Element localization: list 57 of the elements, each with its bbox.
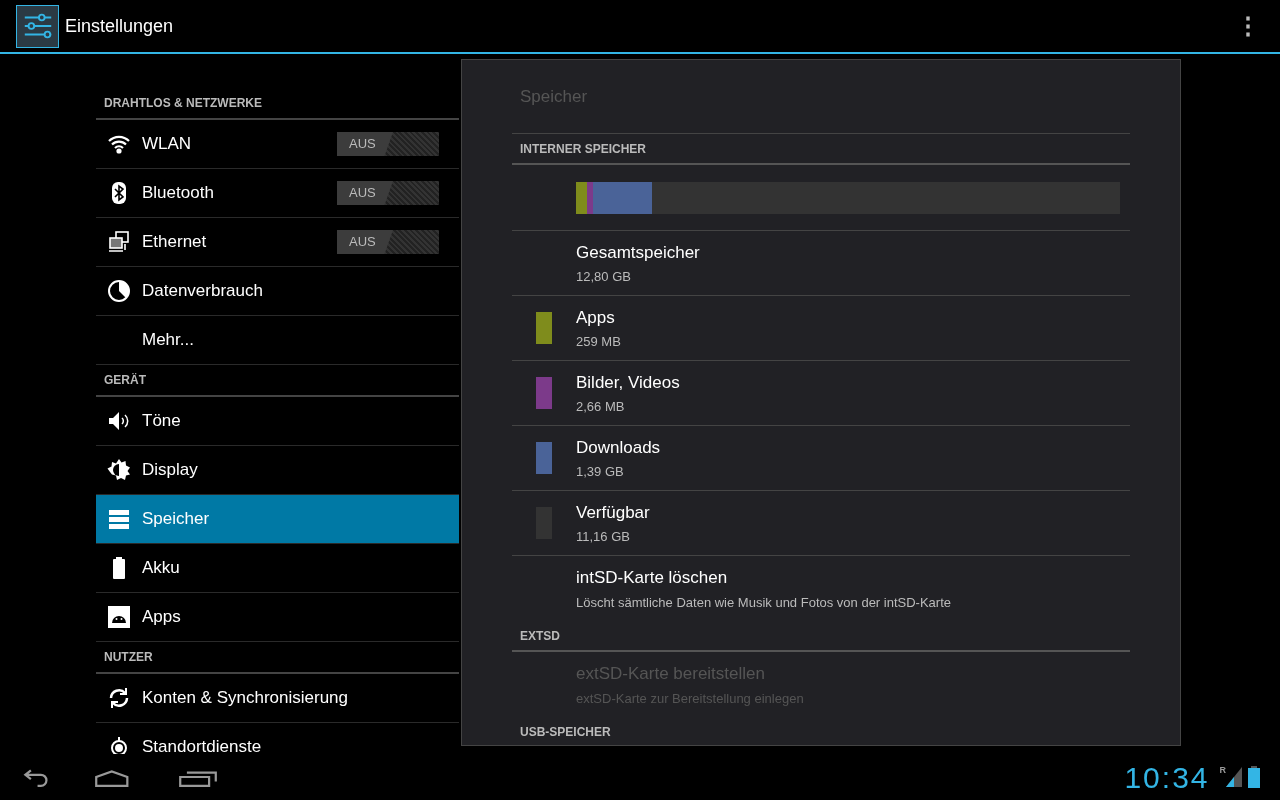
- signal-icon: [1226, 767, 1242, 787]
- item-label: Akku: [142, 557, 181, 580]
- item-label: Bluetooth: [142, 182, 215, 205]
- toggle-switch[interactable]: AUS: [337, 230, 439, 254]
- section-header: GERÄT: [96, 365, 459, 397]
- section-header: NUTZER: [96, 642, 459, 674]
- clock: 10:34: [1124, 759, 1210, 796]
- toggle-switch[interactable]: AUS: [337, 181, 439, 205]
- item-summary: Löscht sämtliche Daten wie Musik und Fotos von der intSD-Karte: [576, 593, 951, 612]
- item-title: Bilder, Videos: [576, 371, 680, 394]
- item-title: Verfügbar: [576, 501, 650, 524]
- item-label: Apps: [142, 606, 182, 629]
- sidebar-item[interactable]: Töne: [96, 397, 459, 446]
- item-label: Display: [142, 459, 199, 482]
- sync-icon: [107, 686, 131, 710]
- item-label: Konten & Synchronisierung: [142, 687, 350, 710]
- item-label: Speicher: [142, 508, 211, 531]
- section-header: EXTSD: [512, 621, 1130, 652]
- item-label: WLAN: [142, 133, 193, 156]
- item-label: Mehr...: [142, 329, 195, 352]
- brightness-icon: [107, 458, 131, 482]
- action-bar-title: Einstellungen: [65, 14, 174, 38]
- overflow-menu-button[interactable]: ⋮: [1236, 14, 1260, 38]
- item-label: Standortdienste: [142, 736, 263, 759]
- item-summary: 1,39 GB: [576, 463, 625, 481]
- item-summary: 259 MB: [576, 333, 621, 351]
- item-title: Gesamtspeicher: [576, 241, 700, 264]
- item-label: Töne: [142, 410, 182, 433]
- sidebar-item[interactable]: Konten & Synchronisierung: [96, 674, 459, 723]
- item-title: Apps: [576, 306, 616, 329]
- network-computers-icon: [107, 230, 131, 254]
- item-summary: 2,66 MB: [576, 398, 626, 416]
- toggle-switch[interactable]: AUS: [337, 132, 439, 156]
- item-title: Downloads: [576, 436, 661, 459]
- item-title: intSD-Karte löschen: [576, 567, 729, 589]
- section-header: USB-SPEICHER: [512, 717, 1130, 745]
- sidebar-item[interactable]: WLAN AUS: [96, 120, 459, 169]
- item-label: Datenverbrauch: [142, 280, 264, 303]
- storage-icon: [107, 507, 131, 531]
- battery-icon: [1248, 766, 1260, 788]
- storage-item[interactable]: intSD-Karte löschen Löscht sämtliche Daten wie Musik und Fotos von der intSD-Karte: [512, 556, 1130, 621]
- roaming-indicator: R: [1219, 764, 1226, 777]
- sidebar-item[interactable]: Mehr...: [96, 316, 459, 365]
- sidebar-item[interactable]: Ethernet AUS: [96, 218, 459, 267]
- sidebar-item[interactable]: Speicher: [96, 495, 459, 544]
- sidebar-item[interactable]: Apps: [96, 593, 459, 642]
- settings-app-icon[interactable]: [16, 4, 59, 48]
- sidebar-item[interactable]: Datenverbrauch: [96, 267, 459, 316]
- item-label: Ethernet: [142, 231, 208, 254]
- section-header: INTERNER SPEICHER: [512, 134, 1130, 165]
- item-summary: 12,80 GB: [576, 268, 632, 286]
- item-summary: 11,16 GB: [576, 528, 631, 546]
- sidebar-item[interactable]: Bluetooth AUS: [96, 169, 459, 218]
- pie-chart-icon: [107, 279, 131, 303]
- sidebar-item[interactable]: Akku: [96, 544, 459, 593]
- android-apps-icon: [107, 605, 131, 629]
- section-header: DRAHTLOS & NETZWERKE: [96, 88, 459, 120]
